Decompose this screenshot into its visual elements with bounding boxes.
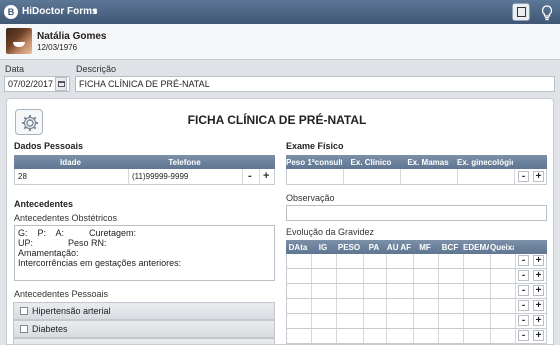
add-row-button[interactable]: + — [533, 270, 544, 281]
pessoais-label: Antecedentes Pessoais — [14, 289, 109, 299]
dados-pessoais-header: Idade Telefone — [14, 155, 275, 169]
table-row[interactable]: - + — [286, 299, 547, 314]
settings-button[interactable] — [15, 109, 43, 135]
evolucao-label: Evolução da Gravidez — [286, 227, 375, 237]
patient-name: Natália Gomes — [37, 31, 107, 42]
evolucao-header: DAta IG PESO PA AU AF MF BCF EDEMA Queix… — [286, 240, 547, 254]
patient-header: Natália Gomes 12/03/1976 — [0, 24, 560, 60]
save-icon — [517, 7, 526, 17]
antecedentes-title: Antecedentes — [14, 199, 74, 209]
table-row[interactable]: - + — [286, 269, 547, 284]
remove-row-button[interactable]: - — [248, 170, 252, 182]
checkbox-hipertensao[interactable]: Hipertensão arterial — [13, 302, 275, 320]
table-row[interactable]: - + — [286, 284, 547, 299]
form-title: FICHA CLÍNICA DE PRÉ-NATAL — [187, 113, 367, 127]
add-row-button[interactable]: + — [533, 330, 544, 341]
calendar-icon — [58, 81, 65, 87]
remove-row-button[interactable]: - — [518, 270, 529, 281]
description-label: Descrição — [76, 64, 117, 74]
remove-row-button[interactable]: - — [518, 255, 529, 266]
table-row[interactable]: 28 (11)99999-9999 - + — [14, 169, 275, 185]
remove-row-button[interactable]: - — [518, 315, 529, 326]
observacao-field[interactable] — [286, 205, 547, 221]
obstetricos-label: Antecedentes Obstétricos — [14, 213, 118, 223]
exame-fisico-header: Peso 1ªconsulta Ex. Clínico Ex. Mamas Ex… — [286, 155, 547, 169]
checkbox-diabetes[interactable]: Diabetes — [13, 320, 275, 338]
lightbulb-icon — [541, 5, 553, 21]
add-row-button[interactable]: + — [533, 285, 544, 296]
table-row[interactable]: - + — [286, 169, 547, 185]
patient-dob: 12/03/1976 — [37, 43, 78, 52]
table-row[interactable]: - + — [286, 329, 547, 344]
exame-fisico-title: Exame Físico — [286, 141, 344, 151]
obstetricos-textarea[interactable]: G: P: A: Curetagem: UP: Peso RN: Amament… — [14, 225, 275, 281]
app-title[interactable]: HiDoctor Forms — [22, 6, 98, 17]
col-idade: Idade — [60, 158, 81, 167]
remove-row-button[interactable]: - — [518, 330, 529, 341]
checkbox-next[interactable] — [13, 338, 275, 344]
chevron-down-icon[interactable]: ▼ — [91, 7, 99, 16]
table-row[interactable]: - + — [286, 314, 547, 329]
remove-row-button[interactable]: - — [518, 300, 529, 311]
save-button[interactable] — [512, 3, 530, 21]
add-row-button[interactable]: + — [263, 170, 269, 182]
description-field[interactable]: FICHA CLÍNICA DE PRÉ-NATAL — [75, 76, 555, 92]
top-bar: B HiDoctor Forms ▼ — [0, 0, 560, 24]
checkbox-icon[interactable] — [20, 325, 28, 333]
avatar — [6, 28, 32, 54]
add-row-button[interactable]: + — [533, 171, 544, 182]
col-telefone: Telefone — [168, 158, 201, 167]
tips-button[interactable] — [538, 3, 556, 21]
add-row-button[interactable]: + — [533, 255, 544, 266]
date-label: Data — [5, 64, 25, 74]
table-row[interactable]: - + — [286, 254, 547, 269]
add-row-button[interactable]: + — [533, 300, 544, 311]
checkbox-icon[interactable] — [20, 307, 28, 315]
app-logo-icon: B — [4, 5, 18, 19]
calendar-button[interactable] — [55, 77, 67, 91]
add-row-button[interactable]: + — [533, 315, 544, 326]
remove-row-button[interactable]: - — [518, 171, 529, 182]
observacao-label: Observação — [286, 193, 335, 203]
dados-pessoais-title: Dados Pessoais — [14, 141, 84, 151]
form-panel: FICHA CLÍNICA DE PRÉ-NATAL Dados Pessoai… — [6, 98, 554, 345]
telefone-cell[interactable]: (11)99999-9999 — [132, 172, 188, 181]
gear-icon — [22, 115, 38, 131]
remove-row-button[interactable]: - — [518, 285, 529, 296]
idade-cell[interactable]: 28 — [18, 172, 27, 181]
